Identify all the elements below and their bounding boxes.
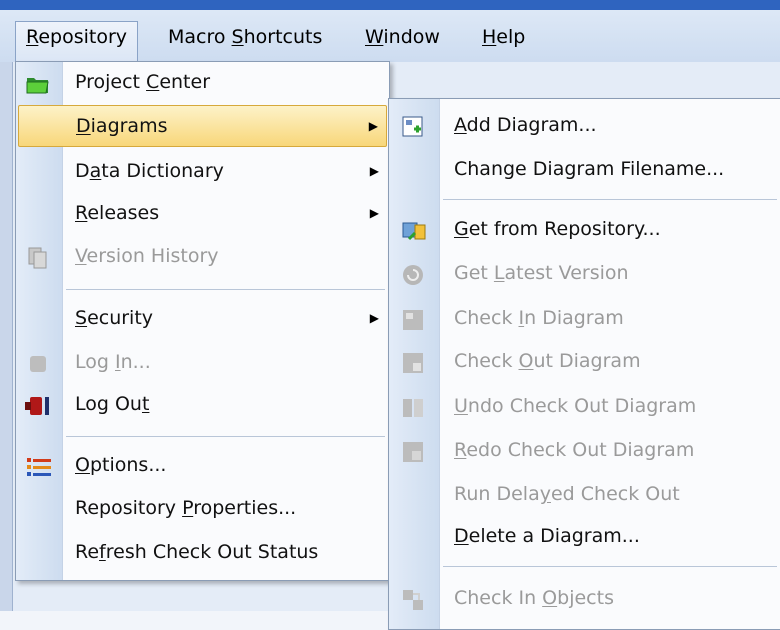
get-from-repository-icon: [401, 217, 426, 241]
get-latest-version-icon: [401, 261, 425, 285]
redo-check-out-icon: [401, 438, 425, 462]
submenu-arrow-icon: ▶: [368, 119, 378, 133]
undo-check-out-icon: [401, 394, 425, 418]
log-out-icon: [24, 392, 49, 416]
menu-window[interactable]: Window: [355, 22, 450, 52]
add-diagram-icon: [401, 113, 425, 137]
submenu-arrow-icon: ▶: [369, 206, 379, 220]
menu-item-log-out[interactable]: Log Out: [18, 384, 387, 424]
repository-menu: Project Center Diagrams ▶ Data Dictionar…: [15, 61, 390, 581]
version-history-icon: [26, 244, 50, 269]
menu-item-undo-check-out-diagram[interactable]: Undo Check Out Diagram: [391, 386, 779, 426]
menu-item-get-from-repository[interactable]: Get from Repository...: [391, 209, 779, 249]
submenu-arrow-icon: ▶: [369, 311, 379, 325]
menu-item-security[interactable]: Security ▶: [18, 298, 387, 338]
check-in-diagram-icon: [401, 306, 425, 330]
menu-item-change-diagram-filename[interactable]: Change Diagram Filename...: [391, 149, 779, 189]
menu-item-get-latest-version[interactable]: Get Latest Version: [391, 253, 779, 293]
menu-separator: [443, 199, 777, 200]
menu-item-run-delayed-check-out[interactable]: Run Delayed Check Out: [391, 474, 779, 514]
menu-item-log-in[interactable]: Log In...: [18, 342, 387, 382]
menu-macro-shortcuts[interactable]: Macro Shortcuts: [158, 22, 332, 52]
menu-item-check-in-objects[interactable]: Check In Objects: [391, 578, 779, 618]
check-in-objects-icon: [401, 586, 425, 610]
menu-item-diagrams[interactable]: Diagrams ▶: [18, 105, 387, 147]
menu-item-project-center[interactable]: Project Center: [18, 62, 387, 102]
menu-repository[interactable]: Repository: [15, 21, 139, 62]
menu-bar: Repository Macro Shortcuts Window Help: [0, 10, 780, 62]
workspace-left-strip: [0, 62, 13, 611]
menu-separator: [66, 436, 385, 437]
menu-help[interactable]: Help: [472, 22, 535, 52]
check-out-diagram-icon: [401, 349, 425, 373]
menu-item-redo-check-out-diagram[interactable]: Redo Check Out Diagram: [391, 430, 779, 470]
menu-item-check-in-diagram[interactable]: Check In Diagram: [391, 298, 779, 338]
folder-icon: [26, 70, 50, 94]
menu-item-add-diagram[interactable]: Add Diagram...: [391, 105, 779, 145]
menu-item-options[interactable]: Options...: [18, 445, 387, 485]
window-title-strip: [0, 0, 780, 10]
menu-item-version-history[interactable]: Version History: [18, 236, 387, 276]
menu-item-check-out-diagram[interactable]: Check Out Diagram: [391, 341, 779, 381]
menu-item-refresh-check-out-status[interactable]: Refresh Check Out Status: [18, 532, 387, 572]
menu-item-repository-properties[interactable]: Repository Properties...: [18, 488, 387, 528]
log-in-icon: [26, 350, 50, 374]
menu-item-releases[interactable]: Releases ▶: [18, 193, 387, 233]
menu-separator: [66, 289, 385, 290]
options-list-icon: [26, 453, 51, 477]
submenu-arrow-icon: ▶: [369, 164, 379, 178]
menu-separator: [443, 566, 777, 567]
diagrams-submenu: Add Diagram... Change Diagram Filename..…: [388, 98, 780, 630]
menu-item-data-dictionary[interactable]: Data Dictionary ▶: [18, 151, 387, 191]
menu-item-delete-a-diagram[interactable]: Delete a Diagram...: [391, 516, 779, 556]
